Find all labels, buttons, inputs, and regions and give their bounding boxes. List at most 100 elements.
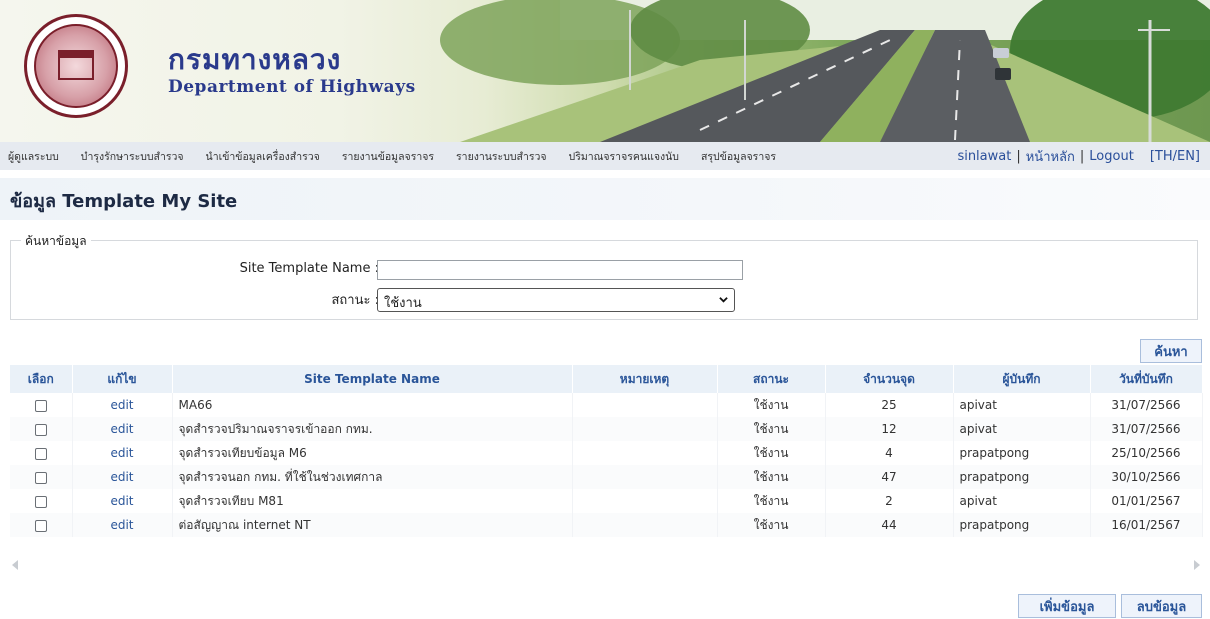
- cell-name: จุดสำรวจเทียบข้อมูล M6: [172, 441, 573, 465]
- template-table: เลือก แก้ไข Site Template Name หมายเหตุ …: [10, 365, 1203, 537]
- cell-user: apivat: [953, 489, 1091, 513]
- row-select-checkbox[interactable]: [34, 471, 47, 484]
- page-title: ข้อมูล Template My Site: [10, 191, 238, 212]
- cell-date: 31/07/2566: [1090, 417, 1203, 441]
- cell-count: 4: [825, 441, 954, 465]
- nav-item-maintenance[interactable]: บำรุงรักษาระบบสำรวจ: [81, 148, 184, 165]
- separator: |: [1079, 148, 1085, 164]
- cell-count: 2: [825, 489, 954, 513]
- search-legend: ค้นหาข้อมูล: [21, 232, 91, 251]
- edit-link[interactable]: edit: [110, 446, 133, 460]
- chevron-down-icon: [719, 297, 728, 303]
- nav-menu: ผู้ดูแลระบบ บำรุงรักษาระบบสำรวจ นำเข้าข้…: [8, 142, 798, 170]
- table-row: edit จุดสำรวจเทียบ M81 ใช้งาน 2 apivat 0…: [10, 489, 1203, 513]
- table-row: edit จุดสำรวจปริมาณจราจรเข้าออก กทม. ใช้…: [10, 417, 1203, 441]
- table-row: edit MA66 ใช้งาน 25 apivat 31/07/2566: [10, 393, 1203, 417]
- cell-count: 12: [825, 417, 954, 441]
- user-links: sinlawat | หน้าหลัก | Logout [TH/EN]: [957, 142, 1200, 170]
- nav-item-traffic-summary[interactable]: สรุปข้อมูลจราจร: [701, 148, 776, 165]
- edit-link[interactable]: edit: [110, 494, 133, 508]
- cell-date: 25/10/2566: [1090, 441, 1203, 465]
- status-select[interactable]: ใช้งาน: [377, 288, 735, 312]
- col-header-edit: แก้ไข: [72, 365, 173, 393]
- cell-status: ใช้งาน: [717, 417, 826, 441]
- cell-user: prapatpong: [953, 513, 1091, 537]
- row-select-checkbox[interactable]: [34, 423, 47, 436]
- cell-note: [572, 465, 718, 489]
- header-banner: กรมทางหลวง Department of Highways: [0, 0, 1210, 142]
- status-label: สถานะ :: [331, 293, 380, 308]
- row-select-checkbox[interactable]: [34, 399, 47, 412]
- department-logo: [24, 14, 128, 118]
- nav-item-survey-report[interactable]: รายงานระบบสำรวจ: [456, 148, 547, 165]
- table-row: edit ต่อสัญญาณ internet NT ใช้งาน 44 pra…: [10, 513, 1203, 537]
- cell-status: ใช้งาน: [717, 465, 826, 489]
- cell-date: 16/01/2567: [1090, 513, 1203, 537]
- col-header-select: เลือก: [10, 365, 73, 393]
- cell-note: [572, 489, 718, 513]
- cell-note: [572, 393, 718, 417]
- cell-date: 30/10/2566: [1090, 465, 1203, 489]
- cell-note: [572, 417, 718, 441]
- delete-button[interactable]: ลบข้อมูล: [1121, 594, 1202, 618]
- cell-name: จุดสำรวจนอก กทม. ที่ใช้ในช่วงเทศกาล: [172, 465, 573, 489]
- cell-count: 25: [825, 393, 954, 417]
- edit-link[interactable]: edit: [110, 398, 133, 412]
- scroll-left-icon[interactable]: [12, 560, 18, 570]
- main-nav: ผู้ดูแลระบบ บำรุงรักษาระบบสำรวจ นำเข้าข้…: [0, 142, 1210, 170]
- cell-user: prapatpong: [953, 441, 1091, 465]
- edit-link[interactable]: edit: [110, 470, 133, 484]
- edit-link[interactable]: edit: [110, 518, 133, 532]
- col-header-note[interactable]: หมายเหตุ: [572, 365, 718, 393]
- nav-item-import[interactable]: นำเข้าข้อมูลเครื่องสำรวจ: [206, 148, 320, 165]
- site-template-name-input[interactable]: [377, 260, 743, 280]
- col-header-status[interactable]: สถานะ: [717, 365, 826, 393]
- row-select-checkbox[interactable]: [34, 447, 47, 460]
- title-bar: ข้อมูล Template My Site: [0, 178, 1210, 220]
- edit-link[interactable]: edit: [110, 422, 133, 436]
- org-name-thai: กรมทางหลวง: [168, 43, 342, 76]
- cell-user: prapatpong: [953, 465, 1091, 489]
- seal-emblem: [34, 24, 118, 108]
- cell-status: ใช้งาน: [717, 393, 826, 417]
- horizontal-scrollbar[interactable]: [10, 558, 1202, 572]
- nav-item-traffic-report[interactable]: รายงานข้อมูลจราจร: [342, 148, 434, 165]
- col-header-date[interactable]: วันที่บันทึก: [1090, 365, 1203, 393]
- cell-name: MA66: [172, 393, 573, 417]
- cell-count: 44: [825, 513, 954, 537]
- cell-status: ใช้งาน: [717, 513, 826, 537]
- cell-date: 31/07/2566: [1090, 393, 1203, 417]
- cell-user: apivat: [953, 393, 1091, 417]
- org-name-english: Department of Highways: [168, 77, 416, 97]
- add-button[interactable]: เพิ่มข้อมูล: [1018, 594, 1116, 618]
- cell-user: apivat: [953, 417, 1091, 441]
- search-panel: ค้นหาข้อมูล Site Template Name : สถานะ :…: [10, 232, 1198, 320]
- col-header-count[interactable]: จำนวนจุด: [825, 365, 954, 393]
- cell-count: 47: [825, 465, 954, 489]
- row-select-checkbox[interactable]: [34, 495, 47, 508]
- site-template-name-label: Site Template Name :: [239, 261, 379, 276]
- table-row: edit จุดสำรวจนอก กทม. ที่ใช้ในช่วงเทศกาล…: [10, 465, 1203, 489]
- col-header-name[interactable]: Site Template Name: [172, 365, 573, 393]
- cell-name: จุดสำรวจเทียบ M81: [172, 489, 573, 513]
- cell-name: ต่อสัญญาณ internet NT: [172, 513, 573, 537]
- col-header-user[interactable]: ผู้บันทึก: [953, 365, 1091, 393]
- status-selected-value: ใช้งาน: [384, 296, 422, 311]
- nav-item-manual-count[interactable]: ปริมาณจราจรคนแจงนับ: [569, 148, 679, 165]
- cell-status: ใช้งาน: [717, 441, 826, 465]
- table-header-row: เลือก แก้ไข Site Template Name หมายเหตุ …: [10, 365, 1203, 393]
- nav-item-admin[interactable]: ผู้ดูแลระบบ: [8, 148, 59, 165]
- home-link[interactable]: หน้าหลัก: [1026, 146, 1075, 167]
- row-select-checkbox[interactable]: [34, 519, 47, 532]
- logout-link[interactable]: Logout: [1089, 149, 1134, 164]
- table-row: edit จุดสำรวจเทียบข้อมูล M6 ใช้งาน 4 pra…: [10, 441, 1203, 465]
- separator: |: [1016, 148, 1021, 164]
- cell-date: 01/01/2567: [1090, 489, 1203, 513]
- cell-name: จุดสำรวจปริมาณจราจรเข้าออก กทม.: [172, 417, 573, 441]
- username-link[interactable]: sinlawat: [957, 149, 1011, 164]
- language-toggle[interactable]: [TH/EN]: [1150, 149, 1200, 164]
- search-button[interactable]: ค้นหา: [1140, 339, 1202, 363]
- cell-status: ใช้งาน: [717, 489, 826, 513]
- cell-note: [572, 441, 718, 465]
- scroll-right-icon[interactable]: [1194, 560, 1200, 570]
